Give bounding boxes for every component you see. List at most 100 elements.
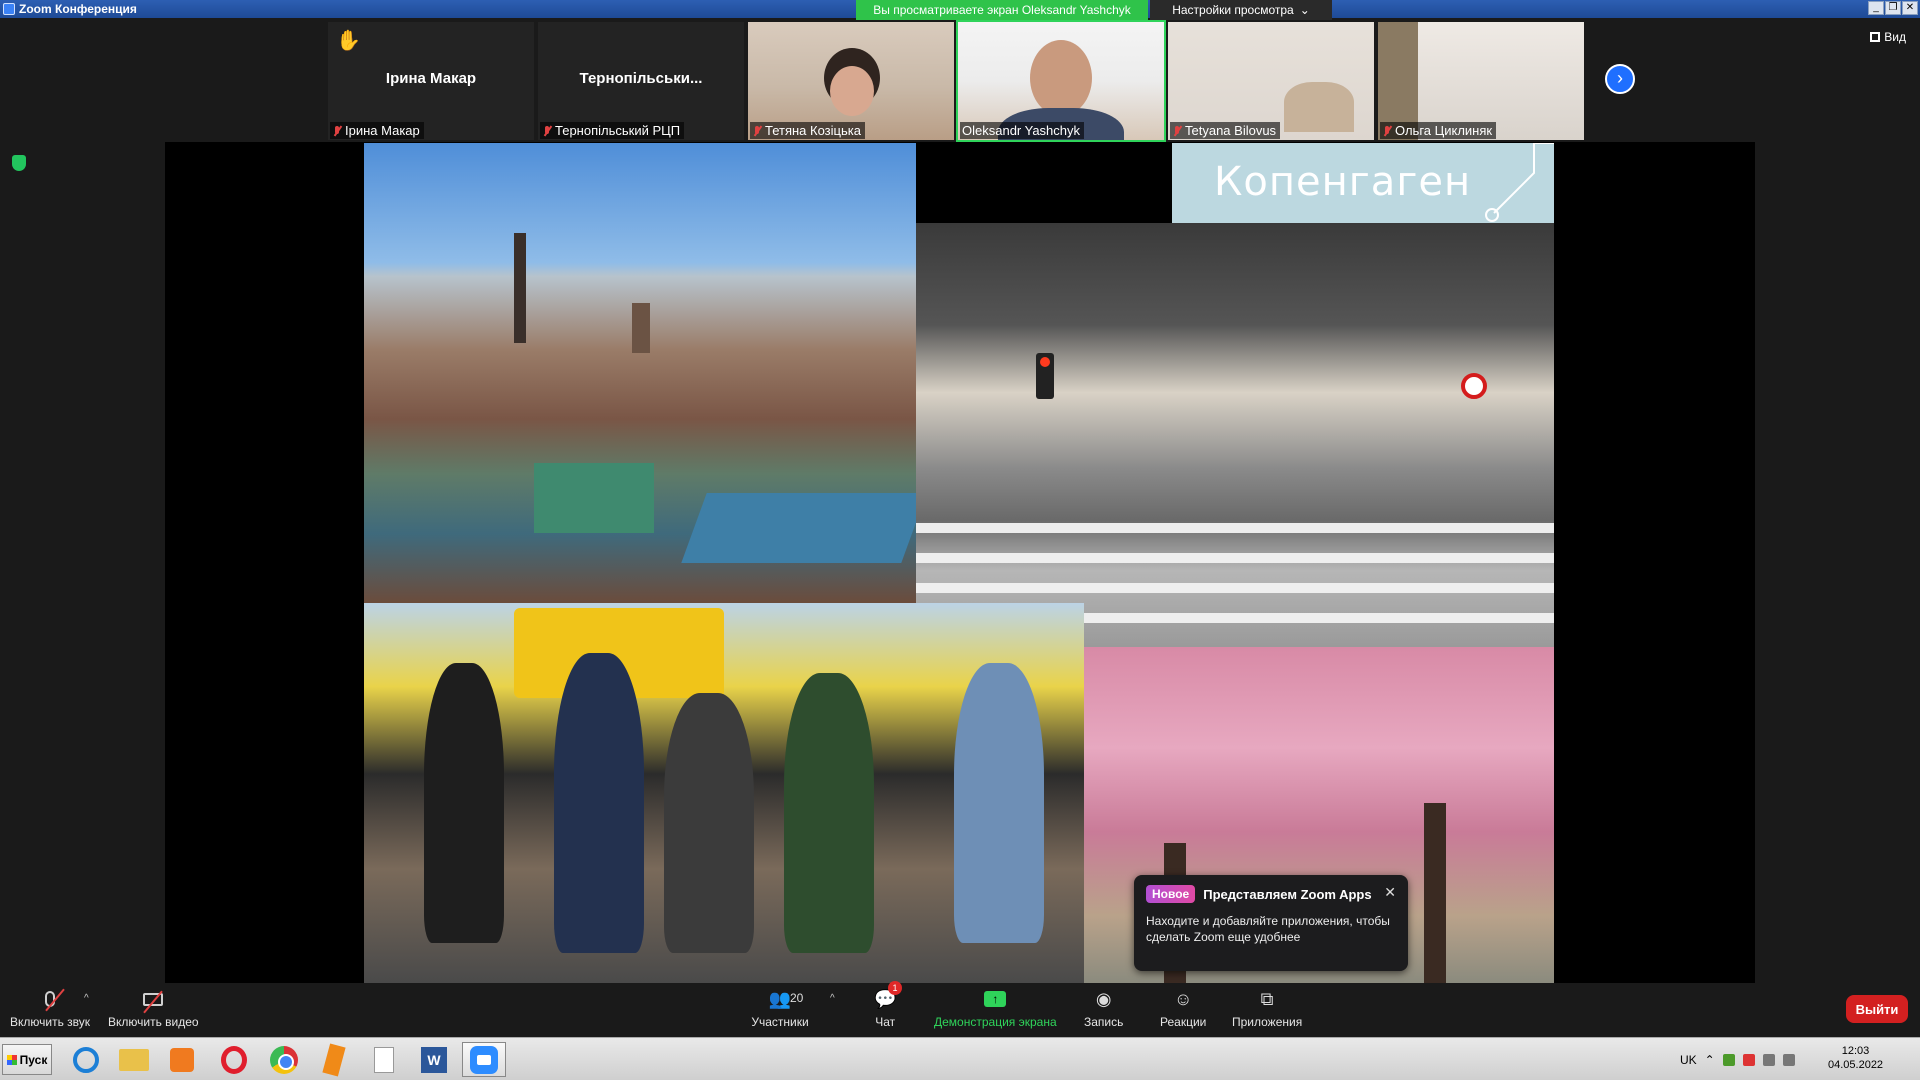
view-layout-button[interactable]: Вид	[1870, 30, 1906, 44]
clock-date: 04.05.2022	[1828, 1059, 1884, 1071]
cyclists-crossing-photo	[916, 223, 1554, 647]
share-screen-button[interactable]: ↑ Демонстрация экрана	[934, 987, 1057, 1029]
taskbar-app-word[interactable]: W	[412, 1042, 456, 1077]
mic-muted-icon	[1172, 125, 1182, 137]
view-options-label: Настройки просмотра	[1172, 3, 1294, 17]
cyclist-shape	[424, 663, 504, 943]
participant-tile[interactable]: ✋ Ірина Макар Ірина Макар	[328, 22, 534, 140]
volume-icon[interactable]	[1782, 1053, 1795, 1066]
copenhagen-city-photo	[364, 143, 927, 603]
participant-name-label: Ольга Циклиняк	[1380, 122, 1497, 139]
cyclist-shape	[554, 653, 644, 953]
taskbar-app-opera[interactable]	[212, 1042, 256, 1077]
participant-display-name: Тернопільськи...	[579, 70, 703, 87]
tray-security-icon[interactable]	[1742, 1053, 1755, 1066]
unmute-label: Включить звук	[10, 1015, 91, 1029]
taskbar-app-internet-explorer[interactable]	[64, 1042, 108, 1077]
participant-name-label: Тернопільський РЦП	[540, 122, 685, 139]
zoom-app-icon	[3, 3, 15, 15]
traffic-light-shape	[1036, 353, 1054, 399]
participants-icon: 👥	[768, 988, 792, 1009]
chat-button[interactable]: 💬 1 Чат	[874, 981, 902, 1029]
participant-tile[interactable]: Тетяна Козіцька	[748, 22, 954, 140]
participant-tile[interactable]: Ольга Циклиняк	[1378, 22, 1584, 140]
taskbar-app-media-player[interactable]	[160, 1042, 204, 1077]
opera-icon	[221, 1045, 247, 1074]
participant-tile-active-speaker[interactable]: Oleksandr Yashchyk	[956, 20, 1166, 142]
taskbar-app-chrome[interactable]	[262, 1042, 306, 1077]
screen-share-banner-text: Вы просматриваете экран Oleksandr Yashch…	[873, 3, 1131, 17]
cyclist-shape	[664, 693, 754, 953]
participants-count: 20	[790, 991, 804, 1005]
tray-app-icon[interactable]	[1722, 1053, 1735, 1066]
participant-gallery: ✋ Ірина Макар Ірина Макар Тернопільськи.…	[328, 20, 1584, 142]
new-badge: Новое	[1146, 885, 1196, 903]
taskbar-app-zoom[interactable]	[462, 1042, 506, 1077]
participant-name-label: Tetyana Bilovus	[1170, 122, 1281, 139]
close-button[interactable]: ✕	[1902, 1, 1918, 15]
crosswalk-stripe	[916, 523, 1554, 533]
maximize-button[interactable]: ❐	[1885, 1, 1901, 15]
participant-name-label: Тетяна Козіцька	[750, 122, 865, 139]
participant-tile[interactable]: Tetyana Bilovus	[1168, 22, 1374, 140]
audio-options-caret[interactable]: ^	[84, 993, 89, 1004]
participants-options-caret[interactable]: ^	[830, 993, 835, 1004]
share-arrow-icon: ↑	[984, 991, 1007, 1007]
apps-button[interactable]: ⧉ Приложения	[1232, 987, 1302, 1030]
record-button[interactable]: ◉ Запись	[1084, 987, 1124, 1030]
chat-unread-badge: 1	[888, 981, 902, 995]
chevron-right-icon: ›	[1617, 68, 1623, 88]
unmute-button[interactable]: Включить звук	[10, 987, 90, 1029]
video-off-icon	[143, 990, 164, 1013]
mic-muted-icon	[332, 125, 342, 137]
start-video-label: Включить видео	[108, 1015, 199, 1029]
crosswalk-stripe	[916, 553, 1554, 563]
tower-shape	[632, 303, 650, 353]
language-indicator[interactable]: UK	[1680, 1053, 1697, 1067]
meeting-toolbar: Включить звук ^ Включить видео 👥 20 Участ…	[0, 981, 1920, 1037]
view-options-dropdown[interactable]: Настройки просмотра ⌄	[1150, 0, 1332, 20]
canal-shape	[681, 493, 927, 563]
taskbar-app-paint[interactable]	[312, 1042, 356, 1077]
taskbar-app-notepad[interactable]	[362, 1042, 406, 1077]
window-controls: _ ❐ ✕	[1868, 1, 1918, 15]
participants-button[interactable]: 👥 20 Участники	[750, 987, 810, 1030]
security-shield-icon[interactable]	[12, 155, 26, 171]
zoom-apps-popup[interactable]: Новое Представляем Zoom Apps ✕ Находите …	[1134, 875, 1408, 971]
view-layout-label: Вид	[1884, 30, 1906, 44]
reactions-label: Реакции	[1160, 1015, 1207, 1029]
leave-meeting-button[interactable]: Выйти	[1846, 995, 1908, 1023]
word-icon: W	[421, 1046, 447, 1073]
start-label: Пуск	[19, 1052, 48, 1067]
screen-share-banner: Вы просматриваете экран Oleksandr Yashch…	[856, 0, 1148, 20]
participant-tile[interactable]: Тернопільськи... Тернопільський РЦП	[538, 22, 744, 140]
share-screen-label: Демонстрация экрана	[934, 1015, 1057, 1029]
group-of-cyclists-photo	[364, 603, 1084, 983]
reactions-button[interactable]: ☺ Реакции	[1160, 987, 1207, 1030]
tray-expand-icon[interactable]: ⌃	[1705, 1053, 1715, 1067]
participant-name-label: Oleksandr Yashchyk	[960, 122, 1085, 139]
taskbar-app-explorer[interactable]	[112, 1042, 156, 1077]
close-icon[interactable]: ✕	[1384, 884, 1396, 901]
video-person-blur	[1284, 82, 1354, 132]
start-button[interactable]: Пуск	[2, 1044, 52, 1075]
tree-trunk-shape	[1424, 803, 1446, 983]
popup-heading: Представляем Zoom Apps	[1203, 886, 1372, 902]
raised-hand-icon: ✋	[336, 30, 361, 52]
network-icon[interactable]	[1762, 1053, 1775, 1066]
mic-muted-icon	[1382, 125, 1392, 137]
chat-label: Чат	[875, 1015, 896, 1029]
zoom-icon	[470, 1045, 498, 1074]
gallery-next-page-button[interactable]: ›	[1605, 64, 1635, 94]
mic-off-icon	[45, 988, 65, 1012]
reaction-smiley-icon: ☺	[1173, 988, 1193, 1009]
chrome-icon	[270, 1045, 298, 1074]
windows-logo-icon	[6, 1054, 17, 1065]
start-video-button[interactable]: Включить видео	[108, 987, 199, 1029]
cyclist-shape	[784, 673, 874, 953]
record-label: Запись	[1084, 1015, 1124, 1029]
minimize-button[interactable]: _	[1868, 1, 1884, 15]
taskbar-clock[interactable]: 12:03 04.05.2022	[1828, 1044, 1883, 1072]
internet-explorer-icon	[73, 1046, 99, 1073]
clock-time: 12:03	[1841, 1045, 1870, 1057]
